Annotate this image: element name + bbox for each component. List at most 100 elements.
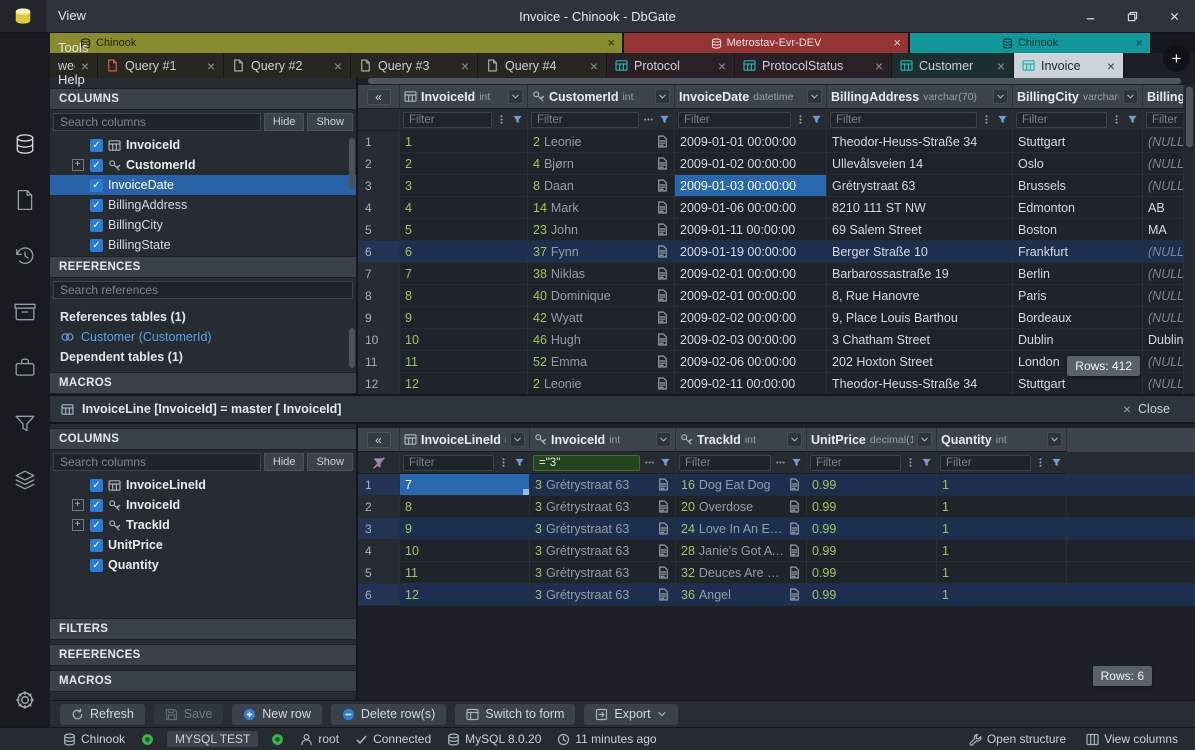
close-connection-icon[interactable]: × [893,33,901,53]
collapse-left-panel-button[interactable]: « [367,89,391,105]
section-header-references[interactable]: REFERENCES [50,256,356,278]
checkbox-checked-icon[interactable]: ✓ [90,219,103,232]
open-reference-document-icon[interactable] [656,333,669,346]
show-columns-button[interactable]: Show [307,453,353,471]
cell-billingcity[interactable]: Oslo [1013,153,1143,174]
filter-dialog-button[interactable] [773,456,787,470]
scrollbar-thumb[interactable] [349,138,355,190]
cell-customerid[interactable]: 46Hugh [528,329,675,350]
open-reference-document-icon[interactable] [656,201,669,214]
horizontal-scrollbar[interactable] [368,78,1181,84]
connection-tab-2-chinook[interactable]: Chinook× [910,33,1150,53]
open-reference-document-icon[interactable] [656,245,669,258]
cell-billingstate[interactable]: (NULL) [1143,307,1184,328]
cell-invoiceid[interactable]: 3Grétrystraat 63 [530,518,676,539]
cell-billingaddress[interactable]: Barbarossastraße 19 [827,263,1013,284]
cell-billingaddress[interactable]: Ullevålsveien 14 [827,153,1013,174]
database-nav-icon[interactable] [14,133,36,155]
cell-customerid[interactable]: 2Leonie [528,373,675,394]
open-reference-document-icon[interactable] [788,544,801,557]
cell-invoicedate[interactable]: 2009-01-11 00:00:00 [675,219,827,240]
checkbox-checked-icon[interactable]: ✓ [90,159,103,172]
reference-table-link[interactable]: Customer (CustomerId) [50,328,356,346]
column-dropdown-button[interactable] [993,89,1008,104]
cell-billingcity[interactable]: Brussels [1013,175,1143,196]
filter-dialog-button[interactable] [642,456,656,470]
close-connection-icon[interactable]: × [1135,33,1143,53]
cell-invoicedate[interactable]: 2009-01-03 00:00:00 [675,175,827,196]
tab-query-4[interactable]: Query #4× [478,53,607,78]
cell-invoicedate[interactable]: 2009-01-19 00:00:00 [675,241,827,262]
checkbox-checked-icon[interactable]: ✓ [90,139,103,152]
filter-menu-button[interactable] [793,113,807,127]
open-reference-document-icon[interactable] [656,267,669,280]
search-columns-input[interactable] [53,453,261,471]
column-item-unitprice[interactable]: ✓UnitPrice [50,535,356,555]
cell-billingstate[interactable]: (NULL) [1143,263,1184,284]
filter-menu-button[interactable] [1033,456,1047,470]
open-reference-document-icon[interactable] [657,478,670,491]
open-reference-document-icon[interactable] [788,478,801,491]
filter-input-trackid[interactable]: Filter [679,455,771,471]
archive-nav-icon[interactable] [14,301,36,323]
cell-billingaddress[interactable]: 8, Rue Hanovre [827,285,1013,306]
scrollbar-thumb[interactable] [349,328,355,368]
cell-quantity[interactable]: 1 [937,584,1067,605]
column-dropdown-button[interactable] [917,432,932,447]
checkbox-checked-icon[interactable]: ✓ [90,479,103,492]
column-dropdown-button[interactable] [787,432,802,447]
cell-billingstate[interactable]: (NULL) [1143,175,1184,196]
column-dropdown-button[interactable] [1123,89,1138,104]
cell-billingcity[interactable]: Boston [1013,219,1143,240]
close-tab-icon[interactable]: × [875,59,883,73]
cell-invoicelineid[interactable]: 7 [400,474,530,495]
open-reference-document-icon[interactable] [788,500,801,513]
filter-funnel-icon[interactable] [658,456,672,470]
filter-input-billingcity[interactable]: Filter [1016,112,1107,128]
checkbox-checked-icon[interactable]: ✓ [90,179,103,192]
expand-plus-icon[interactable]: + [72,159,84,171]
open-reference-document-icon[interactable] [656,377,669,390]
scrollbar-thumb[interactable] [368,78,1181,84]
cell-unitprice[interactable]: 0.99 [807,474,937,495]
open-reference-document-icon[interactable] [788,588,801,601]
cell-invoicelineid[interactable]: 12 [400,584,530,605]
column-item-billingstate[interactable]: ✓BillingState [50,235,356,255]
column-header-billingcity[interactable]: BillingCityvarchar(40) [1013,85,1143,109]
tab-invoice[interactable]: Invoice× [1014,53,1124,78]
column-header-quantity[interactable]: Quantityint [937,428,1067,452]
filter-menu-button[interactable] [496,456,510,470]
filter-input-quantity[interactable]: Filter [940,455,1031,471]
section-header-filters[interactable]: FILTERS [50,618,356,640]
close-tab-icon[interactable]: × [461,59,469,73]
delete-row-s--button[interactable]: Delete row(s) [331,704,446,725]
cell-invoiceid[interactable]: 5 [400,219,528,240]
cell-billingcity[interactable]: Stuttgart [1013,131,1143,152]
cell-trackid[interactable]: 28Janie's Got A Gun [676,540,807,561]
filter-funnel-icon[interactable] [995,113,1009,127]
cell-quantity[interactable]: 1 [937,474,1067,495]
cell-invoiceid[interactable]: 11 [400,351,528,372]
menu-help[interactable]: Help [46,64,116,96]
filter-menu-button[interactable] [1109,113,1123,127]
cell-trackid[interactable]: 24Love In An Elevator [676,518,807,539]
cell-customerid[interactable]: 23John [528,219,675,240]
connection-tab-0-chinook[interactable]: Chinook× [50,33,622,53]
cell-trackid[interactable]: 36Angel [676,584,807,605]
open-reference-document-icon[interactable] [657,500,670,513]
filter-input-unitprice[interactable]: Filter [810,455,901,471]
cell-unitprice[interactable]: 0.99 [807,584,937,605]
cell-invoicedate[interactable]: 2009-01-06 00:00:00 [675,197,827,218]
cell-billingaddress[interactable]: 9, Place Louis Barthou [827,307,1013,328]
filter-menu-button[interactable] [903,456,917,470]
cell-unitprice[interactable]: 0.99 [807,496,937,517]
filter-input-billingaddress[interactable]: Filter [830,112,977,128]
cell-billingaddress[interactable]: Berger Straße 10 [827,241,1013,262]
cell-quantity[interactable]: 1 [937,562,1067,583]
close-tab-icon[interactable]: × [718,59,726,73]
cell-invoicelineid[interactable]: 8 [400,496,530,517]
expand-plus-icon[interactable]: + [72,499,84,511]
cell-invoiceid[interactable]: 8 [400,285,528,306]
cell-billingstate[interactable]: (NULL) [1143,285,1184,306]
cell-billingcity[interactable]: Frankfurt [1013,241,1143,262]
